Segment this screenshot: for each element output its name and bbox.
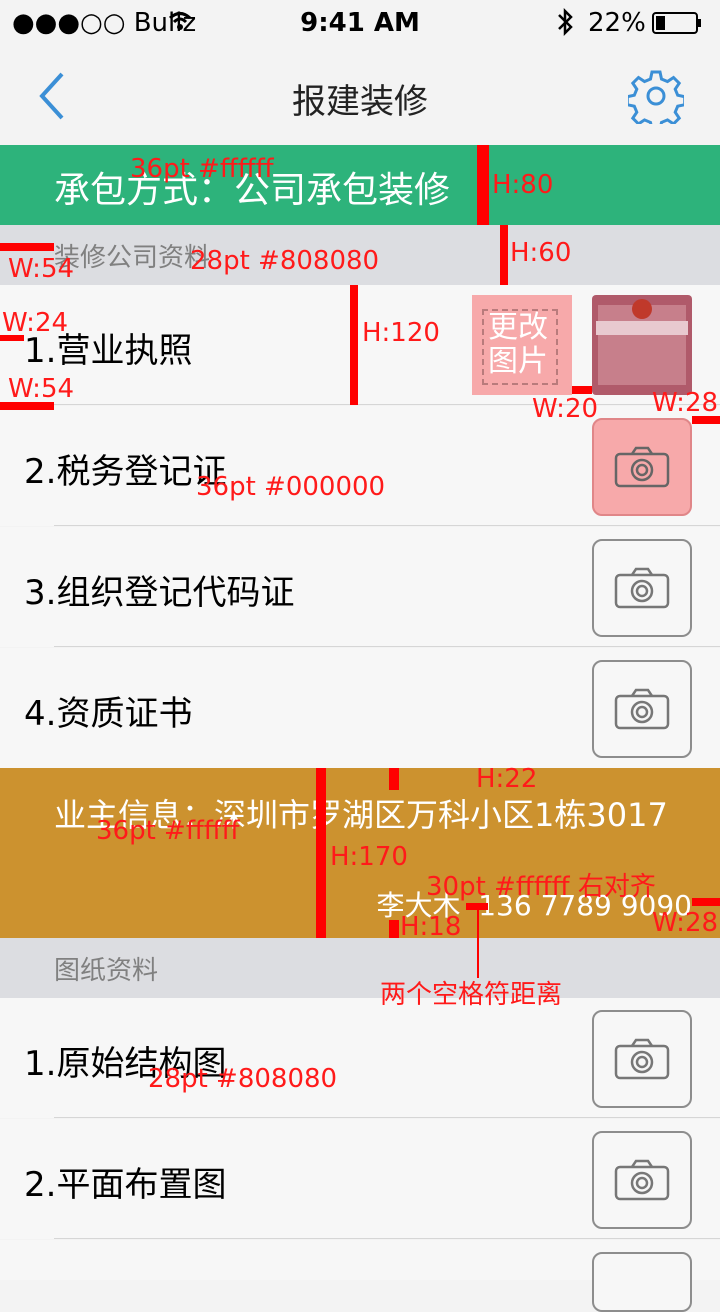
measure-line — [500, 225, 508, 285]
battery-icon — [652, 12, 701, 34]
camera-icon — [614, 1159, 670, 1201]
camera-button[interactable] — [592, 539, 692, 637]
annotation-label: W:54 — [8, 374, 75, 404]
list-item: 1.营业执照 更改图片 — [0, 285, 720, 405]
annotation-label: W:24 — [2, 308, 69, 338]
measure-line — [350, 285, 358, 405]
annotation-label: W:28 — [652, 388, 719, 418]
annotation-label: 36pt #000000 — [196, 472, 386, 502]
change-image-label: 更改图片 — [488, 310, 548, 379]
contract-type-banner: 承包方式：公司承包装修 — [0, 145, 720, 225]
page-title: 报建装修 — [292, 82, 428, 122]
annotation-label: H:18 — [400, 912, 462, 942]
measure-line — [0, 243, 54, 251]
list-item: 2.税务登记证 — [0, 406, 720, 526]
annotation-label: H:60 — [510, 238, 572, 268]
navigation-bar: 报建装修 — [0, 50, 720, 144]
annotation-label: H:80 — [492, 170, 554, 200]
annotation-label: W:54 — [8, 254, 75, 284]
measure-line — [316, 768, 326, 938]
annotation-label: H:170 — [330, 842, 408, 872]
list-item: 4.资质证书 — [0, 648, 720, 768]
item-label: 3.组织登记代码证 — [24, 573, 295, 613]
measure-line — [572, 386, 592, 394]
measure-line — [477, 145, 489, 225]
camera-icon — [614, 1038, 670, 1080]
camera-button[interactable] — [592, 1010, 692, 1108]
annotation-label: 30pt #ffffff 右对齐 — [426, 872, 656, 902]
camera-button[interactable] — [592, 1252, 692, 1312]
section-title: 图纸资料 — [54, 956, 159, 986]
annotation-label: 36pt #ffffff — [96, 816, 240, 846]
section-header-drawings: 图纸资料 — [0, 938, 720, 998]
list-item: 2.平面布置图 — [0, 1119, 720, 1239]
battery-percent: 22% — [588, 8, 646, 38]
bluetooth-icon — [558, 7, 573, 37]
camera-icon — [614, 688, 670, 730]
measure-line — [389, 768, 399, 790]
camera-icon — [614, 446, 670, 488]
change-image-button[interactable]: 更改图片 — [472, 295, 572, 395]
item-label: 4.资质证书 — [24, 694, 193, 734]
list-item — [0, 1240, 720, 1312]
measure-line — [692, 898, 720, 906]
annotation-label: 28pt #808080 — [148, 1064, 338, 1094]
license-thumbnail[interactable] — [592, 295, 692, 395]
annotation-label: 两个空格符距离 — [380, 980, 563, 1010]
annotation-label: 28pt #808080 — [190, 246, 380, 276]
camera-icon — [614, 567, 670, 609]
section-title: 装修公司资料 — [54, 243, 211, 273]
item-label: 2.平面布置图 — [24, 1165, 227, 1205]
gear-icon[interactable] — [628, 68, 684, 124]
annotation-label: H:120 — [362, 318, 440, 348]
annotation-label: H:22 — [476, 764, 538, 794]
annotation-label: W:28 — [652, 908, 719, 938]
camera-button[interactable] — [592, 660, 692, 758]
measure-line — [389, 920, 399, 938]
status-bar: ●●●○○ Bullz 9:41 AM 22% — [0, 0, 720, 50]
camera-button[interactable] — [592, 418, 692, 516]
measure-line — [466, 903, 488, 910]
list-item: 1.原始结构图 — [0, 998, 720, 1118]
camera-button[interactable] — [592, 1131, 692, 1229]
annotation-label: 36pt #ffffff — [130, 154, 274, 184]
measure-line — [477, 910, 479, 978]
list-item: 3.组织登记代码证 — [0, 527, 720, 647]
annotation-label: W:20 — [532, 394, 599, 424]
